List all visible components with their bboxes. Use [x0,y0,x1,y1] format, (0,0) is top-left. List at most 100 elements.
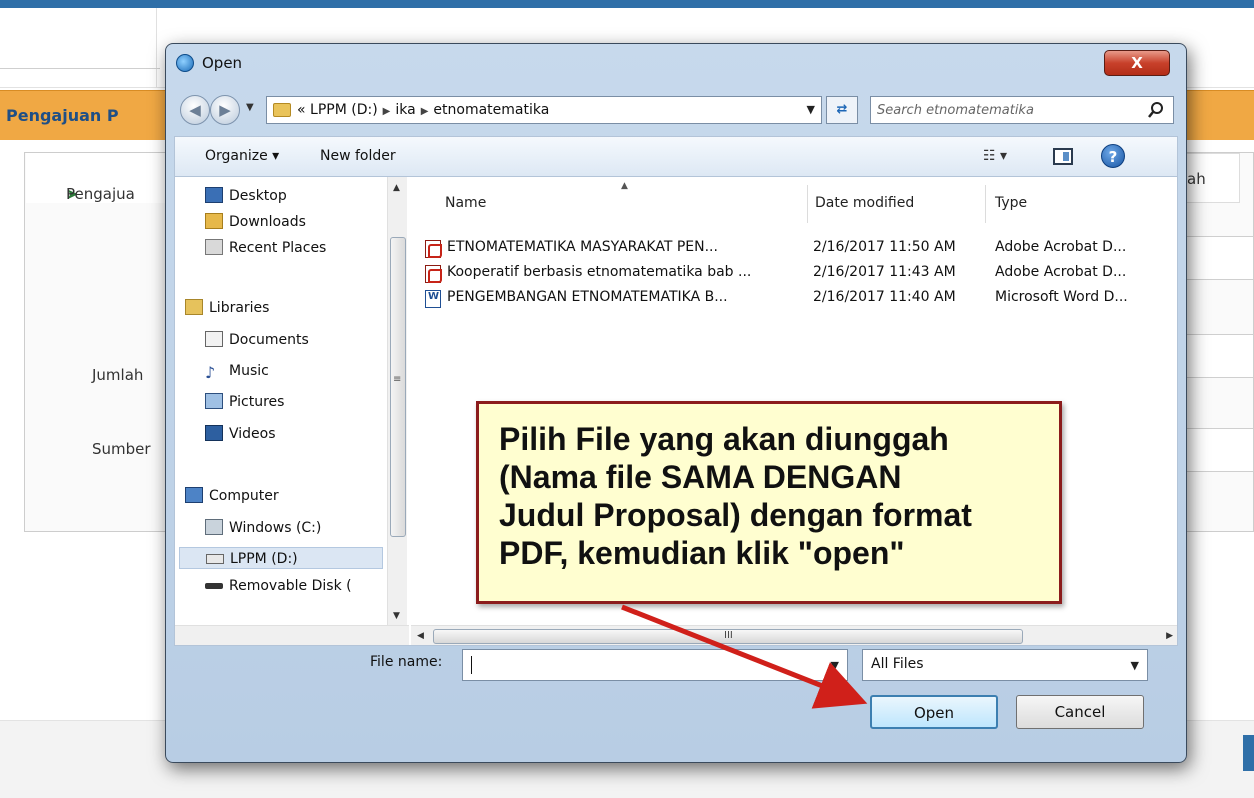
tab-pengajuan[interactable]: ➤ Pengajua [26,153,176,203]
nav-item-label: Music [229,363,269,379]
chevron-right-icon[interactable]: ▶ [383,106,391,117]
help-icon[interactable]: ? [1101,144,1125,168]
back-arrow-icon: ◀ [189,101,201,119]
file-date: 2/16/2017 11:50 AM [813,239,956,255]
nav-item-music[interactable]: ♪ Music [205,360,269,382]
scroll-right-icon[interactable]: ▶ [1166,631,1173,641]
dialog-title: Open [202,54,243,72]
refresh-button[interactable]: ⇄ [826,96,858,124]
history-dropdown-icon[interactable]: ▼ [246,102,254,113]
nav-item-recent-places[interactable]: Recent Places [205,237,326,259]
bg-input-3[interactable] [1180,428,1254,472]
nav-item-lppm-d[interactable]: LPPM (D:) [179,547,383,569]
nav-item-computer[interactable]: Computer [185,485,279,507]
tab-right[interactable]: ah [1180,153,1240,203]
chevron-right-icon[interactable]: ▶ [421,106,429,117]
column-divider[interactable] [985,185,986,223]
column-divider[interactable] [807,185,808,223]
file-name-input[interactable]: ▼ [462,649,848,681]
tab-pengajuan-label: Pengajua [66,185,135,203]
header-underline [0,68,160,69]
page-edge-button[interactable] [1243,735,1254,771]
file-type-select[interactable]: All Files ▼ [862,649,1148,681]
nav-item-label: Desktop [229,188,287,204]
search-input[interactable] [877,100,1127,120]
search-icon[interactable] [1147,101,1165,119]
nav-item-removable-disk[interactable]: Removable Disk ( [205,575,352,597]
desktop-icon [205,187,223,203]
back-button[interactable]: ◀ [180,95,210,125]
nav-item-documents[interactable]: Documents [205,329,309,351]
callout-line: Pilih File yang akan diunggah [499,421,949,457]
bg-input-1[interactable] [1180,236,1254,280]
new-folder-button[interactable]: New folder [320,148,396,164]
nav-item-libraries[interactable]: Libraries [185,297,269,319]
nav-item-videos[interactable]: Videos [205,423,276,445]
chrome-icon [176,54,194,72]
nav-scroll-thumb[interactable] [390,237,406,537]
column-header-date[interactable]: Date modified [815,195,914,211]
hscroll-thumb[interactable]: III [433,629,1023,644]
scroll-left-icon[interactable]: ◀ [417,631,424,641]
nav-item-label: Downloads [229,214,306,230]
file-date: 2/16/2017 11:40 AM [813,289,956,305]
nav-item-label: Documents [229,332,309,348]
bg-input-2[interactable] [1180,334,1254,378]
nav-item-desktop[interactable]: Desktop [205,185,287,207]
breadcrumb-item[interactable]: etnomatematika [433,102,549,118]
music-icon: ♪ [205,363,216,382]
drive-c-icon [205,519,223,535]
column-header-type[interactable]: Type [995,195,1027,211]
pdf-file-icon [425,265,442,283]
scroll-down-icon[interactable]: ▼ [393,611,400,621]
nav-item-pictures[interactable]: Pictures [205,391,284,413]
file-row[interactable]: ETNOMATEMATIKA MASYARAKAT PEN... 2/16/20… [411,237,1177,261]
address-bar[interactable]: « LPPM (D:) ▶ ika ▶ etnomatematika ▼ [266,96,822,124]
close-button[interactable]: X [1104,50,1170,76]
cancel-button[interactable]: Cancel [1016,695,1144,729]
change-view-button[interactable]: ☷ ▾ [983,148,1007,164]
dialog-titlebar[interactable]: Open X [166,44,1186,84]
sort-ascending-icon: ▲ [621,181,628,191]
command-toolbar: Organize ▾ New folder ☷ ▾ ? [174,136,1178,176]
file-type: Adobe Acrobat D... [995,239,1127,255]
word-file-icon [425,290,441,308]
open-button[interactable]: Open [870,695,998,729]
scroll-up-icon[interactable]: ▲ [393,183,400,193]
organize-button[interactable]: Organize ▾ [205,148,279,164]
computer-icon [185,487,203,503]
file-row[interactable]: PENGEMBANGAN ETNOMATEMATIKA B... 2/16/20… [411,287,1177,311]
chevron-down-icon[interactable]: ▼ [831,659,839,672]
file-list-horizontal-scrollbar[interactable]: ◀ III ▶ [411,625,1177,645]
page-top-bar [0,0,1254,8]
file-name: ETNOMATEMATIKA MASYARAKAT PEN... [447,239,718,255]
pictures-icon [205,393,223,409]
callout-line: (Nama file SAMA DENGAN [499,459,902,495]
recent-places-icon [205,239,223,255]
address-dropdown-icon[interactable]: ▼ [807,103,815,116]
pdf-file-icon [425,240,442,258]
breadcrumb-item[interactable]: ika [395,102,415,118]
preview-pane-icon[interactable] [1053,148,1073,165]
file-name: PENGEMBANGAN ETNOMATEMATIKA B... [447,289,728,305]
nav-item-windows-c[interactable]: Windows (C:) [205,517,321,539]
breadcrumb: « LPPM (D:) ▶ ika ▶ etnomatematika [297,102,549,118]
header-divider [156,8,157,88]
nav-item-downloads[interactable]: Downloads [205,211,306,233]
file-name-label: File name: [370,654,443,670]
nav-vertical-scrollbar[interactable]: ▲ ≡ ▼ [387,177,407,625]
file-row[interactable]: Kooperatif berbasis etnomatematika bab .… [411,262,1177,286]
forward-button[interactable]: ▶ [210,95,240,125]
drive-d-icon [206,554,224,564]
column-header-name[interactable]: Name [445,195,486,211]
nav-item-label: Recent Places [229,240,327,256]
breadcrumb-item[interactable]: LPPM (D:) [310,102,378,118]
breadcrumb-overflow[interactable]: « [297,102,306,118]
file-date: 2/16/2017 11:43 AM [813,264,956,280]
chevron-down-icon[interactable]: ▼ [1131,659,1139,672]
nav-horizontal-scrollbar[interactable] [175,625,409,645]
documents-icon [205,331,223,347]
grip-icon: ≡ [393,374,402,385]
search-box[interactable] [870,96,1174,124]
tab-right-label: ah [1187,170,1206,188]
